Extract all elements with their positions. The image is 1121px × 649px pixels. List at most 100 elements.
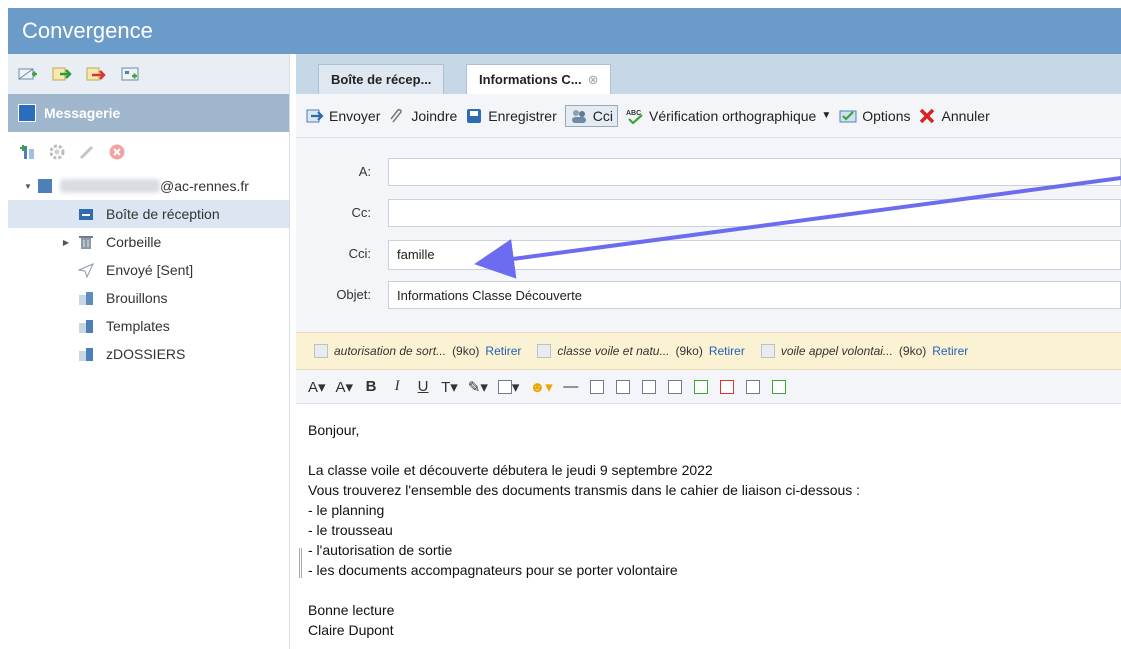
- indent-icon[interactable]: [693, 378, 709, 396]
- spellcheck-button[interactable]: ABC Vérification orthographique ▼: [626, 108, 831, 125]
- attachments-bar: autorisation de sort... (9ko) Retirer cl…: [296, 332, 1121, 370]
- message-body-editor[interactable]: Bonjour, La classe voile et découverte d…: [296, 404, 1121, 649]
- account-row[interactable]: ▼ @ac-rennes.fr: [8, 172, 289, 200]
- save-label: Enregistrer: [488, 107, 557, 124]
- bold-button[interactable]: B: [363, 378, 379, 396]
- delete-folder-icon[interactable]: [108, 143, 126, 161]
- underline-button[interactable]: U: [415, 378, 431, 396]
- cc-field[interactable]: [388, 199, 1121, 227]
- bcc-toggle-button[interactable]: Cci: [564, 104, 618, 127]
- body-line: - l'autorisation de sortie: [308, 542, 453, 558]
- app-title: Convergence: [22, 18, 153, 43]
- attachment-name[interactable]: voile appel volontai...: [781, 344, 893, 358]
- remove-attachment-link[interactable]: Retirer: [932, 344, 968, 358]
- align-center-icon[interactable]: [615, 378, 631, 396]
- move-icon[interactable]: [86, 66, 106, 82]
- insert-link-icon[interactable]: ▾: [497, 378, 519, 396]
- spellcheck-icon: ABC: [626, 108, 644, 125]
- folder-trash[interactable]: ▶ Corbeille: [8, 228, 289, 256]
- new-message-icon[interactable]: [18, 66, 38, 82]
- trash-icon: [78, 234, 94, 250]
- attachment-name[interactable]: classe voile et natu...: [557, 344, 669, 358]
- folder-icon: [78, 318, 94, 334]
- panel-splitter[interactable]: [299, 548, 302, 578]
- folder-icon: [78, 346, 94, 362]
- to-field[interactable]: [388, 158, 1121, 186]
- send-button[interactable]: Envoyer: [306, 108, 380, 124]
- formatting-toolbar: A▾ A▾ B I U T▾ ✎▾ ▾ ☻▾ —: [296, 370, 1121, 404]
- font-family-icon[interactable]: A▾: [308, 378, 326, 396]
- app-header: Convergence: [8, 8, 1121, 54]
- attachment-size: (9ko): [452, 344, 480, 358]
- outdent-icon[interactable]: [719, 378, 735, 396]
- text-color-icon[interactable]: T▾: [441, 378, 458, 396]
- body-line: Bonne lecture: [308, 602, 395, 618]
- attach-button[interactable]: Joindre: [388, 108, 457, 124]
- folder-label: Boîte de réception: [106, 206, 220, 222]
- close-tab-icon[interactable]: ⊗: [588, 72, 599, 88]
- messagerie-section-header[interactable]: Messagerie: [8, 94, 289, 132]
- expand-arrow-icon[interactable]: ▶: [60, 238, 72, 247]
- numbered-list-icon[interactable]: [745, 378, 761, 396]
- italic-button[interactable]: I: [389, 378, 405, 396]
- tab-inbox[interactable]: Boîte de récep...: [318, 64, 445, 94]
- collapse-arrow-icon[interactable]: ▼: [22, 182, 34, 191]
- body-line: [308, 580, 1109, 600]
- cancel-x-icon: [918, 108, 936, 124]
- align-left-icon[interactable]: [589, 378, 605, 396]
- dropdown-caret-icon[interactable]: ▼: [821, 110, 831, 121]
- body-line: Bonjour,: [308, 422, 360, 438]
- body-line: - les documents accompagnateurs pour se …: [308, 562, 678, 578]
- cancel-button[interactable]: Annuler: [918, 107, 990, 124]
- cancel-label: Annuler: [941, 107, 990, 124]
- body-line: Claire Dupont: [308, 622, 394, 638]
- settings-gear-icon[interactable]: [48, 143, 66, 161]
- bcc-field[interactable]: famille: [388, 240, 1121, 270]
- forward-icon[interactable]: [52, 66, 72, 82]
- account-email: @ac-rennes.fr: [160, 178, 249, 194]
- calendar-icon[interactable]: [120, 66, 140, 82]
- subject-field[interactable]: Informations Classe Découverte: [388, 281, 1121, 309]
- drafts-icon: [78, 290, 94, 306]
- folder-drafts[interactable]: Brouillons: [8, 284, 289, 312]
- align-right-icon[interactable]: [641, 378, 657, 396]
- justify-icon[interactable]: [667, 378, 683, 396]
- remove-attachment-link[interactable]: Retirer: [709, 344, 745, 358]
- account-name-redacted: [60, 179, 160, 193]
- folder-zdossiers[interactable]: zDOSSIERS: [8, 340, 289, 368]
- left-panel: Messagerie ▼ @ac-rennes.fr Boîte de réce…: [8, 54, 290, 649]
- body-line: - le trousseau: [308, 522, 393, 538]
- send-label: Envoyer: [329, 107, 381, 124]
- body-line: - le planning: [308, 502, 385, 518]
- folder-templates[interactable]: Templates: [8, 312, 289, 340]
- paperclip-icon: [388, 108, 406, 124]
- to-label: A:: [358, 164, 371, 179]
- new-folder-icon[interactable]: [18, 143, 36, 161]
- tab-compose[interactable]: Informations C... ⊗: [466, 64, 612, 94]
- remove-attachment-link[interactable]: Retirer: [485, 344, 521, 358]
- highlight-icon[interactable]: ✎▾: [468, 378, 488, 396]
- options-button[interactable]: Options: [839, 108, 910, 124]
- folder-label: Brouillons: [106, 290, 168, 306]
- save-button[interactable]: Enregistrer: [465, 107, 557, 124]
- tab-label: Informations C...: [479, 72, 582, 87]
- rename-pencil-icon[interactable]: [78, 143, 96, 161]
- folder-sent[interactable]: Envoyé [Sent]: [8, 256, 289, 284]
- attachment-file-icon: [760, 344, 775, 358]
- emoji-icon[interactable]: ☻▾: [529, 378, 552, 396]
- section-title: Messagerie: [44, 105, 121, 121]
- bullet-list-icon[interactable]: [771, 378, 787, 396]
- folder-label: Corbeille: [106, 234, 162, 250]
- attachment-name[interactable]: autorisation de sort...: [334, 344, 446, 358]
- sent-icon: [77, 262, 94, 279]
- body-line: [308, 440, 1109, 460]
- folder-inbox[interactable]: Boîte de réception: [8, 200, 289, 228]
- attachment-file-icon: [537, 344, 552, 358]
- font-size-icon[interactable]: A▾: [336, 378, 354, 396]
- horizontal-rule-icon[interactable]: —: [563, 378, 579, 396]
- send-icon: [306, 108, 324, 124]
- bcc-label: Cci: [592, 107, 613, 124]
- contacts-icon: [570, 108, 588, 124]
- address-fields: A: Cc: Cci: famille Objet: Informations …: [296, 138, 1121, 332]
- body-line: La classe voile et découverte débutera l…: [308, 462, 713, 478]
